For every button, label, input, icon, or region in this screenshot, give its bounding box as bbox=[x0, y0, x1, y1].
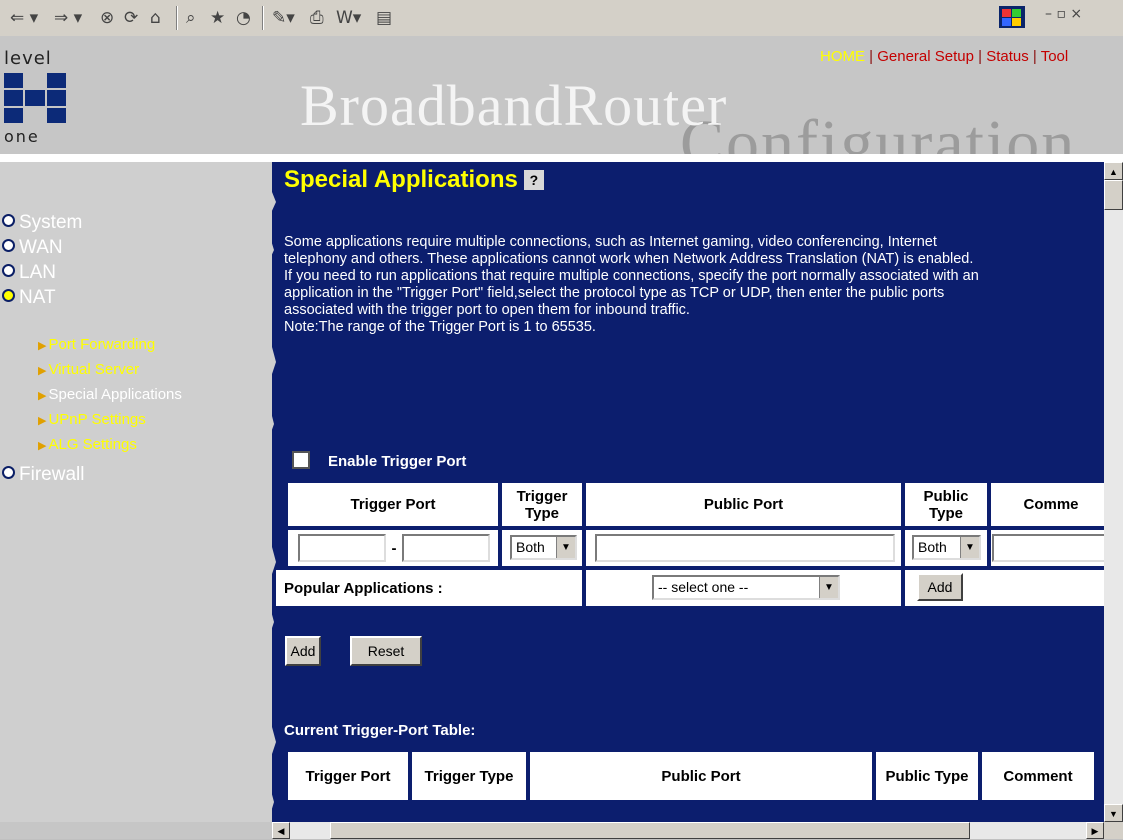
range-dash: - bbox=[389, 534, 399, 562]
enable-trigger-port-checkbox[interactable] bbox=[292, 451, 310, 469]
main-content: Special Applications? Some applications … bbox=[272, 162, 1104, 822]
history-icon[interactable]: ◔ bbox=[236, 8, 251, 28]
chevron-down-icon: ▼ bbox=[819, 577, 838, 598]
table-header-public-port: Public Port bbox=[530, 752, 872, 800]
brand-title: BroadbandRouter bbox=[300, 73, 728, 138]
word-icon[interactable]: W▾ bbox=[336, 8, 361, 28]
sidebar-item-firewall[interactable]: Firewall bbox=[2, 464, 84, 486]
search-icon[interactable]: ⌕ bbox=[186, 8, 196, 28]
description: Some applications require multiple conne… bbox=[284, 234, 984, 336]
table-header-comment: Comment bbox=[982, 752, 1094, 800]
nav-separator: | bbox=[1028, 48, 1041, 65]
horizontal-scrollbar[interactable]: ◀ ▶ bbox=[272, 822, 1104, 839]
nav-separator: | bbox=[865, 48, 878, 65]
vertical-scroll-thumb[interactable] bbox=[1104, 180, 1123, 210]
radio-bullet-icon bbox=[2, 214, 15, 227]
sidebar: System WAN LAN NAT ▶ Port Forwarding ▶ Vir… bbox=[0, 162, 275, 822]
edit-icon[interactable]: ✎▾ bbox=[272, 8, 295, 28]
print-icon[interactable]: ⎙ bbox=[310, 8, 324, 28]
nav-home-link[interactable]: HOME bbox=[820, 48, 865, 65]
vertical-scrollbar[interactable]: ▲ ▼ bbox=[1104, 162, 1123, 822]
header-comment: Comme bbox=[991, 483, 1104, 526]
page-title: Special Applications? bbox=[284, 166, 544, 194]
sidebar-item-nat[interactable]: NAT bbox=[2, 287, 56, 309]
header-public-port: Public Port bbox=[586, 483, 901, 526]
radio-bullet-active-icon bbox=[2, 289, 15, 302]
discuss-icon[interactable]: ▤ bbox=[376, 8, 392, 28]
header-trigger-port: Trigger Port bbox=[288, 483, 498, 526]
trigger-port-start-input[interactable] bbox=[298, 534, 386, 562]
header-trigger-type: Trigger Type bbox=[502, 483, 582, 526]
table-header-trigger-port: Trigger Port bbox=[288, 752, 408, 800]
logo-text-bottom: one bbox=[4, 127, 40, 146]
forward-icon[interactable]: ⇒ ▾ bbox=[54, 8, 82, 28]
table-header-public-type: Public Type bbox=[876, 752, 978, 800]
enable-trigger-port[interactable]: Enable Trigger Port bbox=[292, 451, 466, 470]
sidebar-item-system[interactable]: System bbox=[2, 212, 82, 234]
horizontal-scroll-thumb[interactable] bbox=[330, 822, 970, 839]
triangle-bullet-icon: ▶ bbox=[38, 415, 47, 427]
levelone-logo: level one bbox=[4, 48, 70, 158]
refresh-icon[interactable]: ⟳ bbox=[124, 8, 138, 28]
scroll-down-icon[interactable]: ▼ bbox=[1104, 804, 1123, 822]
reset-button[interactable]: Reset bbox=[350, 636, 422, 666]
toolbar-separator bbox=[262, 6, 264, 30]
table-header-trigger-type: Trigger Type bbox=[412, 752, 526, 800]
favorites-icon[interactable]: ★ bbox=[210, 8, 225, 28]
popular-add-button[interactable]: Add bbox=[917, 573, 963, 601]
windows-logo-icon bbox=[999, 6, 1025, 28]
scroll-left-icon[interactable]: ◀ bbox=[272, 822, 290, 839]
radio-bullet-icon bbox=[2, 466, 15, 479]
chevron-down-icon: ▼ bbox=[960, 537, 979, 558]
popular-applications-label: Popular Applications : bbox=[276, 570, 582, 606]
trigger-port-end-input[interactable] bbox=[402, 534, 490, 562]
scrollbar-corner bbox=[1104, 822, 1123, 839]
sidebar-item-lan[interactable]: LAN bbox=[2, 262, 56, 284]
description-text: Some applications require multiple conne… bbox=[284, 234, 979, 318]
popular-applications-select[interactable]: -- select one -- ▼ bbox=[652, 575, 840, 600]
window-controls[interactable]: – ▫ × bbox=[1045, 6, 1082, 22]
help-icon[interactable]: ? bbox=[523, 170, 544, 190]
triangle-bullet-icon: ▶ bbox=[38, 340, 47, 352]
sidebar-subitem-alg-settings[interactable]: ▶ ALG Settings bbox=[38, 436, 137, 453]
chevron-down-icon: ▼ bbox=[556, 537, 575, 558]
header-public-type: Public Type bbox=[905, 483, 987, 526]
scroll-right-icon[interactable]: ▶ bbox=[1086, 822, 1104, 839]
trigger-type-select[interactable]: Both ▼ bbox=[510, 535, 577, 560]
sidebar-subitem-virtual-server[interactable]: ▶ Virtual Server bbox=[38, 361, 139, 378]
browser-toolbar: ⇐ ▾ ⇒ ▾ ⊗ ⟳ ⌂ ⌕ ★ ◔ ✎▾ ⎙ W▾ ▤ – ▫ × bbox=[0, 0, 1123, 37]
public-port-input[interactable] bbox=[595, 534, 895, 562]
triangle-bullet-icon: ▶ bbox=[38, 440, 47, 452]
header-banner: level one Configuration BroadbandRouter … bbox=[0, 36, 1123, 180]
sidebar-subitem-port-forwarding[interactable]: ▶ Port Forwarding bbox=[38, 336, 155, 353]
public-type-select[interactable]: Both ▼ bbox=[912, 535, 981, 560]
home-icon[interactable]: ⌂ bbox=[150, 8, 161, 28]
triangle-bullet-icon: ▶ bbox=[38, 390, 47, 402]
radio-bullet-icon bbox=[2, 239, 15, 252]
nav-separator: | bbox=[973, 48, 987, 65]
add-button[interactable]: Add bbox=[285, 636, 321, 666]
scroll-up-icon[interactable]: ▲ bbox=[1104, 162, 1123, 180]
nav-general-setup-link[interactable]: General Setup bbox=[877, 48, 974, 65]
header-divider bbox=[0, 154, 1123, 162]
left-frame-bottom bbox=[0, 822, 272, 839]
nav-status-link[interactable]: Status bbox=[986, 48, 1029, 65]
sidebar-subitem-upnp-settings[interactable]: ▶ UPnP Settings bbox=[38, 411, 146, 428]
triangle-bullet-icon: ▶ bbox=[38, 365, 47, 377]
radio-bullet-icon bbox=[2, 264, 15, 277]
nav-tools-link[interactable]: Tool bbox=[1041, 48, 1069, 65]
current-trigger-port-table-title: Current Trigger-Port Table: bbox=[284, 722, 476, 739]
comment-input[interactable] bbox=[992, 534, 1104, 562]
logo-grid bbox=[4, 73, 66, 123]
toolbar-separator bbox=[176, 6, 178, 30]
sidebar-item-wan[interactable]: WAN bbox=[2, 237, 63, 259]
sidebar-subitem-special-applications[interactable]: ▶ Special Applications bbox=[38, 386, 182, 403]
stop-icon[interactable]: ⊗ bbox=[100, 8, 114, 28]
top-navigation: HOME | General Setup | Status | Tool bbox=[820, 48, 1068, 65]
note-text: Note:The range of the Trigger Port is 1 … bbox=[284, 319, 596, 335]
back-icon[interactable]: ⇐ ▾ bbox=[10, 8, 38, 28]
logo-text-top: level bbox=[4, 48, 52, 69]
